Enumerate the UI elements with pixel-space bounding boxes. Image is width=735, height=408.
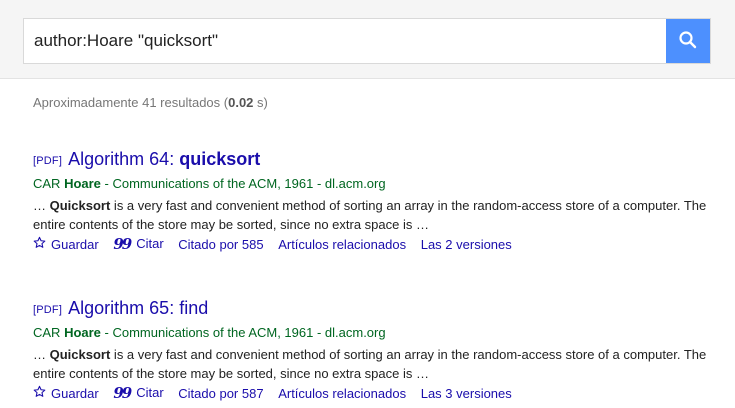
snippet-bold: Quicksort <box>49 347 111 362</box>
search-input[interactable] <box>24 19 666 63</box>
versions-link[interactable]: Las 3 versiones <box>421 385 512 403</box>
meta-author: Hoare <box>64 176 101 191</box>
result-snippet: … Quicksort is a very fast and convenien… <box>33 196 713 234</box>
result-title: [PDF] Algorithm 64: quicksort <box>33 148 713 172</box>
search-result: [PDF] Algorithm 65: find CAR Hoare - Com… <box>33 297 713 403</box>
title-prefix: Algorithm 64: <box>68 149 180 169</box>
search-box <box>23 18 711 64</box>
save-link[interactable]: Guardar <box>33 236 99 254</box>
title-prefix: Algorithm 65: find <box>68 298 209 318</box>
cite-link[interactable]: 99 Citar <box>113 384 163 402</box>
save-link[interactable]: Guardar <box>33 385 99 403</box>
snippet-prefix: … <box>33 347 50 362</box>
meta-suffix: - Communications of the ACM, 1961 - dl.a… <box>100 325 386 340</box>
result-title: [PDF] Algorithm 65: find <box>33 297 713 321</box>
star-icon <box>33 236 46 254</box>
meta-prefix: CAR <box>33 325 65 340</box>
quote-icon: 99 <box>113 234 132 253</box>
save-label: Guardar <box>51 385 99 401</box>
results-count-suffix: s) <box>253 95 268 110</box>
cited-by-link[interactable]: Citado por 585 <box>178 236 263 254</box>
result-meta: CAR Hoare - Communications of the ACM, 1… <box>33 175 713 193</box>
snippet-prefix: … <box>33 198 50 213</box>
star-icon <box>33 385 46 403</box>
title-bold: quicksort <box>179 149 261 169</box>
pdf-tag[interactable]: [PDF] <box>33 155 62 167</box>
quote-icon: 99 <box>113 383 132 402</box>
pdf-tag[interactable]: [PDF] <box>33 304 62 316</box>
result-snippet: … Quicksort is a very fast and convenien… <box>33 345 713 383</box>
snippet-rest: is a very fast and convenient method of … <box>33 198 707 232</box>
save-label: Guardar <box>51 236 99 252</box>
snippet-rest: is a very fast and convenient method of … <box>33 347 707 381</box>
meta-suffix: - Communications of the ACM, 1961 - dl.a… <box>100 176 386 191</box>
result-title-link[interactable]: Algorithm 64: quicksort <box>68 149 260 169</box>
meta-author: Hoare <box>64 325 101 340</box>
result-actions: Guardar 99 Citar Citado por 587 Artículos… <box>33 384 713 403</box>
result-actions: Guardar 99 Citar Citado por 585 Artículos… <box>33 235 713 254</box>
cited-by-link[interactable]: Citado por 587 <box>178 385 263 403</box>
results-time: 0.02 <box>228 95 254 110</box>
related-articles-link[interactable]: Artículos relacionados <box>278 385 406 403</box>
result-title-link[interactable]: Algorithm 65: find <box>68 298 208 318</box>
cite-label: Citar <box>136 236 164 251</box>
search-icon <box>678 30 698 53</box>
search-header <box>0 0 735 79</box>
results-count: Aproximadamente 41 resultados (0.02 s) <box>33 95 268 110</box>
result-meta: CAR Hoare - Communications of the ACM, 1… <box>33 324 713 342</box>
search-button[interactable] <box>666 19 710 63</box>
related-articles-link[interactable]: Artículos relacionados <box>278 236 406 254</box>
meta-prefix: CAR <box>33 176 65 191</box>
cite-link[interactable]: 99 Citar <box>113 235 163 253</box>
search-result: [PDF] Algorithm 64: quicksort CAR Hoare … <box>33 148 713 254</box>
versions-link[interactable]: Las 2 versiones <box>421 236 512 254</box>
snippet-bold: Quicksort <box>49 198 111 213</box>
cite-label: Citar <box>136 385 164 400</box>
results-count-prefix: Aproximadamente 41 resultados ( <box>33 95 229 110</box>
